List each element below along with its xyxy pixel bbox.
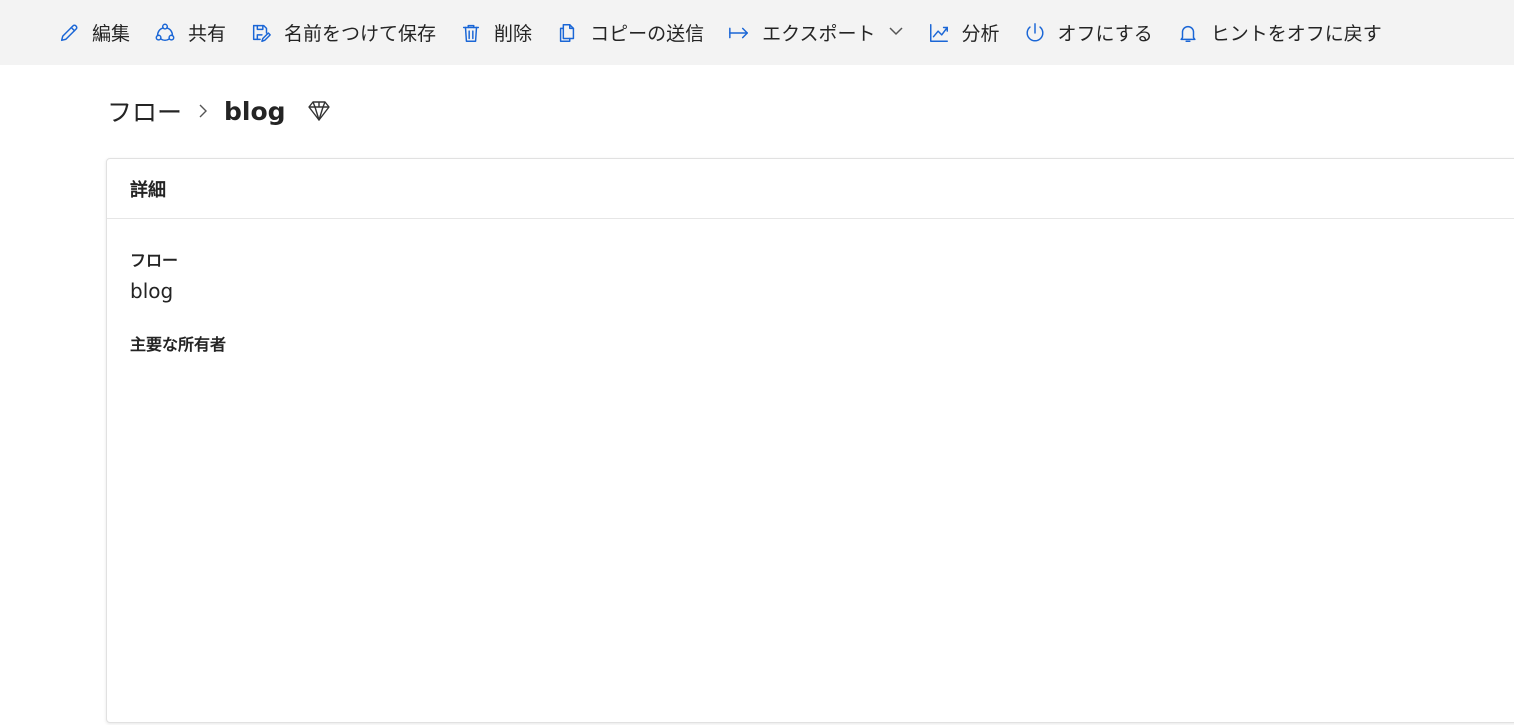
export-icon	[727, 21, 751, 45]
send-copy-label: コピーの送信	[590, 23, 705, 45]
chevron-right-icon	[196, 103, 210, 119]
share-label: 共有	[188, 23, 227, 45]
share-icon	[153, 21, 177, 45]
trash-icon	[459, 21, 483, 45]
save-as-button[interactable]: 名前をつけて保存	[249, 13, 447, 53]
restore-tips-label: ヒントをオフに戻す	[1210, 23, 1382, 45]
flow-field: フロー blog	[130, 247, 1502, 303]
analytics-label: 分析	[961, 23, 1000, 45]
edit-button[interactable]: 編集	[57, 13, 141, 53]
turn-off-button[interactable]: オフにする	[1023, 13, 1164, 53]
details-card-body: フロー blog 主要な所有者	[107, 219, 1514, 391]
pencil-icon	[57, 21, 81, 45]
save-as-icon	[249, 21, 273, 45]
primary-owner-label: 主要な所有者	[130, 335, 227, 354]
analytics-icon	[927, 21, 951, 45]
command-bar: 編集 共有 名前をつけて保存 削除 コピーの送信 エクスポート 分析 オフにする…	[0, 0, 1514, 65]
diamond-icon	[306, 99, 332, 123]
export-label: エクスポート	[762, 23, 876, 45]
chevron-down-icon	[888, 22, 904, 44]
primary-owner-field: 主要な所有者	[130, 331, 1502, 355]
breadcrumb-current: blog	[224, 96, 286, 126]
edit-label: 編集	[92, 23, 131, 45]
delete-button[interactable]: 削除	[459, 13, 543, 53]
restore-tips-button[interactable]: ヒントをオフに戻す	[1176, 13, 1393, 53]
flow-field-value: blog	[130, 279, 174, 303]
copy-icon	[555, 21, 579, 45]
export-dropdown[interactable]: エクスポート	[727, 13, 914, 53]
save-as-label: 名前をつけて保存	[284, 23, 437, 45]
analytics-button[interactable]: 分析	[927, 13, 1011, 53]
turn-off-label: オフにする	[1057, 23, 1153, 45]
delete-label: 削除	[494, 23, 533, 45]
breadcrumb: フロー blog	[107, 92, 332, 130]
bell-icon	[1176, 21, 1200, 45]
details-card-header: 詳細	[107, 159, 1514, 219]
share-button[interactable]: 共有	[153, 13, 237, 53]
details-card: 詳細 フロー blog 主要な所有者	[106, 158, 1514, 723]
send-copy-button[interactable]: コピーの送信	[555, 13, 715, 53]
power-icon	[1023, 21, 1047, 45]
breadcrumb-root-link[interactable]: フロー	[107, 93, 182, 129]
flow-field-label: フロー	[130, 251, 179, 270]
details-title: 詳細	[130, 179, 166, 201]
